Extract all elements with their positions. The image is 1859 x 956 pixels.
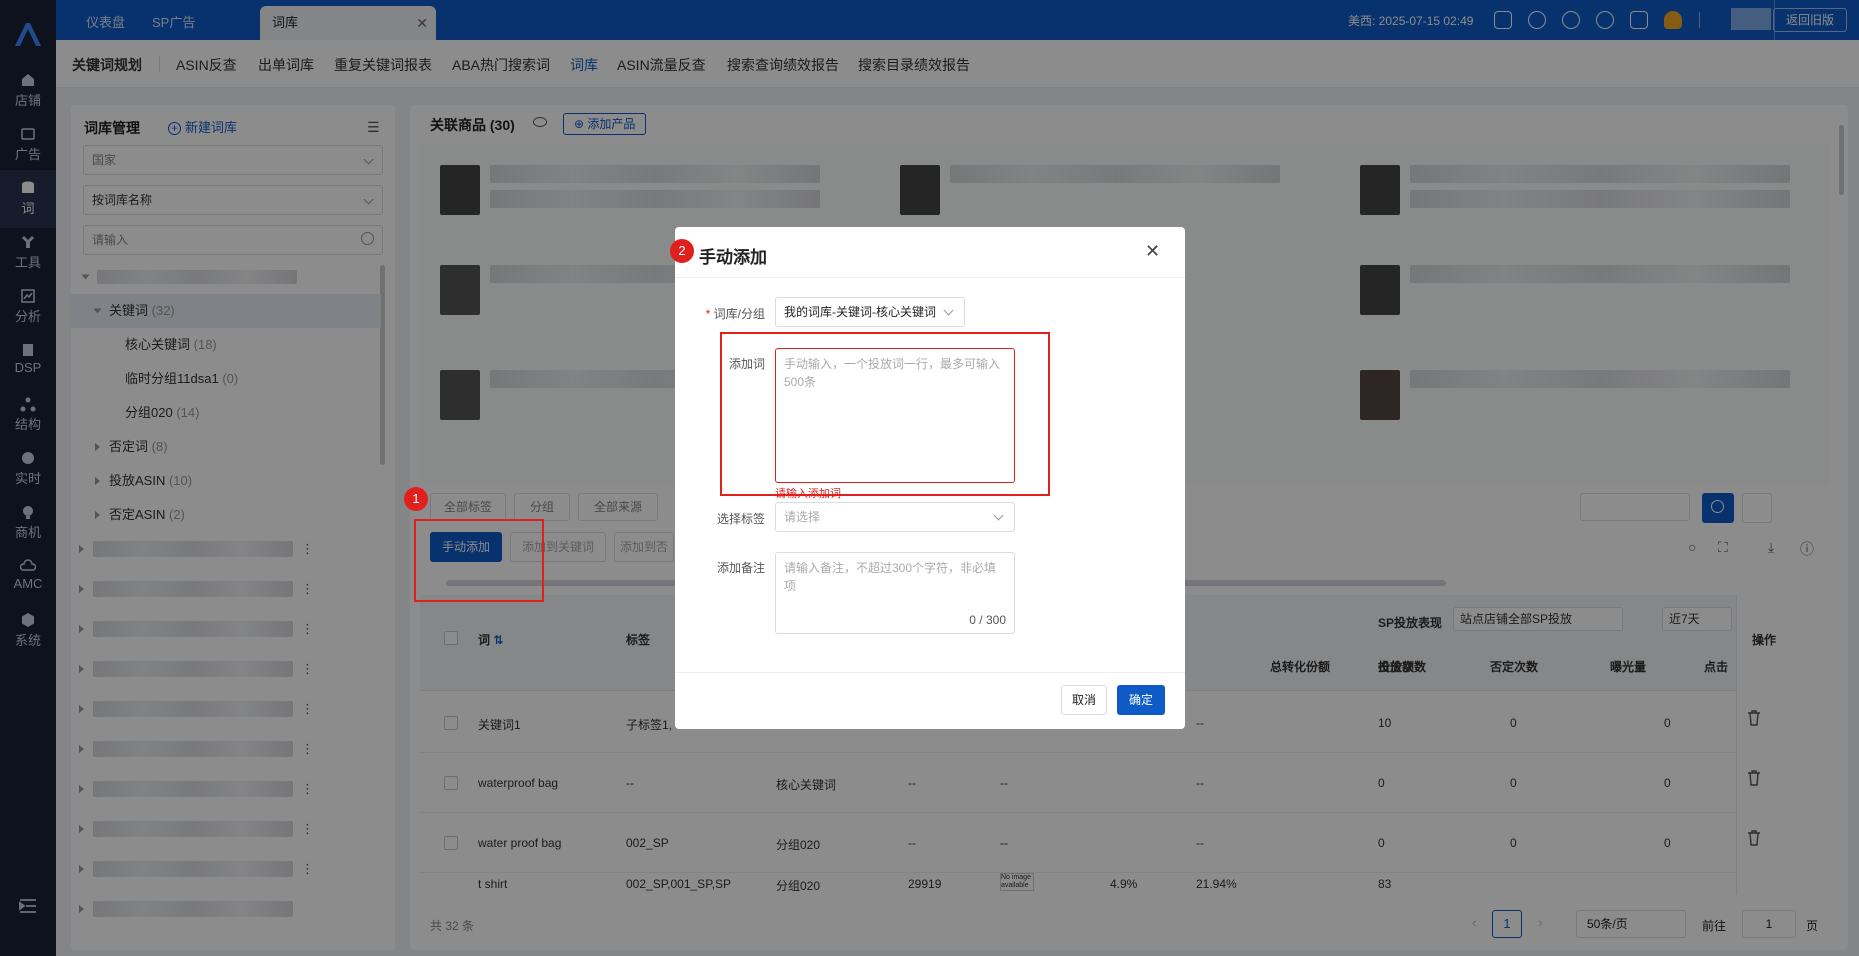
note-textarea[interactable]: 请输入备注，不超过300个字符，非必填项 0 / 300 bbox=[775, 552, 1015, 634]
dialog-title: 手动添加 bbox=[699, 248, 767, 267]
note-label: 添加备注 bbox=[716, 561, 765, 575]
annotation-badge-2: 2 bbox=[670, 239, 694, 263]
chevron-down-icon bbox=[943, 305, 954, 316]
char-counter: 0 / 300 bbox=[969, 613, 1006, 627]
close-icon[interactable]: ✕ bbox=[1145, 241, 1160, 262]
tag-label: 选择标签 bbox=[716, 512, 765, 526]
library-label: * 词库/分组 bbox=[705, 307, 765, 321]
required-mark: * bbox=[705, 307, 714, 321]
divider bbox=[675, 277, 1185, 278]
confirm-button[interactable]: 确定 bbox=[1117, 685, 1165, 715]
annotation-box-2 bbox=[720, 332, 1050, 496]
library-select[interactable]: 我的词库-关键词-核心关键词 bbox=[775, 297, 965, 327]
annotation-box-1 bbox=[414, 519, 544, 602]
cancel-button[interactable]: 取消 bbox=[1061, 685, 1107, 715]
divider bbox=[675, 672, 1185, 673]
chevron-down-icon bbox=[993, 510, 1004, 521]
tag-select[interactable]: 请选择 bbox=[775, 502, 1015, 532]
annotation-badge-1: 1 bbox=[404, 487, 428, 511]
